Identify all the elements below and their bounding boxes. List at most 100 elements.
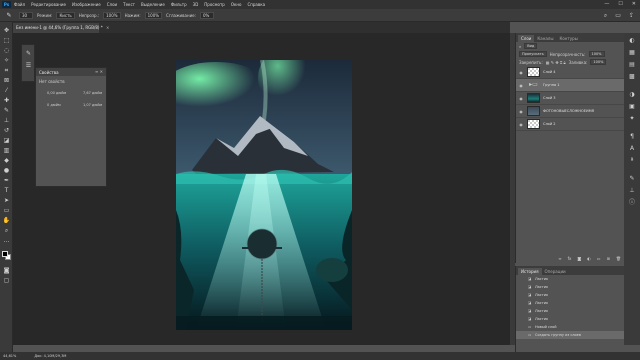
menu-file[interactable]: Файл [14,2,25,7]
brush-tool-icon[interactable]: ✎ [2,106,11,115]
menu-type[interactable]: Текст [123,2,135,7]
menu-edit[interactable]: Редактирование [31,2,66,7]
quick-mask-icon[interactable]: ◙ [2,266,11,275]
paragraph-icon[interactable]: ¶ [628,133,636,141]
property-y[interactable]: 1,07 дюйм [83,103,102,107]
smoothing-field[interactable]: 0% [199,11,214,19]
marquee-tool-icon[interactable]: ⬚ [2,36,11,45]
panel-menu-icon[interactable]: ≡ ✕ [95,69,103,74]
new-layer-icon[interactable]: ⊞ [607,256,610,261]
lock-icons[interactable]: ▦ ✎ ✥ ⌗ 🔒︎ [546,60,566,65]
layer-opacity-field[interactable]: 100% [588,51,605,57]
property-x[interactable]: 0 дюйм [47,103,61,107]
history-brush-tool-icon[interactable]: ↺ [2,126,11,135]
menu-image[interactable]: Изображение [72,2,101,7]
move-tool-icon[interactable]: ✥ [2,26,11,35]
gradient-tool-icon[interactable]: ▥ [2,146,11,155]
stamp-tool-icon[interactable]: ⊥ [2,116,11,125]
brush-size-field[interactable]: 30 [19,11,33,19]
properties-icon[interactable]: ☰ [24,61,33,70]
trash-icon[interactable]: 🗑︎ [616,256,621,261]
pressure-field[interactable]: 100% [144,11,163,19]
layer-row[interactable]: ◉ Слой 3 [516,92,624,105]
history-item[interactable]: ▭ Новый слой [516,323,624,331]
property-height[interactable]: 7,67 дюйм [83,91,102,95]
visibility-eye-icon[interactable]: ◉ [518,109,524,114]
pen-tool-icon[interactable]: ✒ [2,176,11,185]
healing-tool-icon[interactable]: ✚ [2,96,11,105]
menu-filter[interactable]: Фильтр [171,2,187,7]
close-button[interactable]: ✕ [632,1,636,7]
color-icon[interactable]: ◐ [628,37,636,45]
brushes-icon[interactable]: ✎ [628,175,636,183]
close-tab-icon[interactable]: × [106,25,109,30]
screen-mode-icon[interactable]: ▢ [2,276,11,285]
brush-settings-icon[interactable]: ✎ [24,49,33,58]
menu-3d[interactable]: 3D [193,2,199,7]
gradients-icon[interactable]: ▤ [628,61,636,69]
history-item[interactable]: ◪ Ластик [516,299,624,307]
document-tab[interactable]: Без имени-1 @ 44,6% (Группа 1, RGB/8) * … [13,23,109,33]
adjustments-icon[interactable]: ◑ [628,91,636,99]
mask-icon[interactable]: ◙ [577,256,581,261]
hand-tool-icon[interactable]: ✋ [2,216,11,225]
tab-paths[interactable]: Контуры [556,35,580,42]
zoom-tool-icon[interactable]: ⌕ [2,226,11,235]
visibility-eye-icon[interactable]: ◉ [518,96,524,101]
link-icon[interactable]: ∞ [558,256,561,261]
brush-icon[interactable]: ✎ [3,11,15,20]
adjust-icon[interactable]: ◐ [587,256,591,261]
shape-tool-icon[interactable]: ▭ [2,206,11,215]
lasso-tool-icon[interactable]: ◌ [2,46,11,55]
layer-filter-select[interactable]: Вид [524,43,538,49]
glyphs-icon[interactable]: ª [628,157,636,165]
menu-help[interactable]: Справка [247,2,265,7]
tab-channels[interactable]: Каналы [534,35,556,42]
opacity-field[interactable]: 100% [103,11,121,19]
blend-mode-select[interactable]: Пропускать [519,51,547,57]
property-width[interactable]: 0,00 дюйм [47,91,66,95]
foreground-color-swatch[interactable] [2,251,8,257]
layer-row[interactable]: ◉ Слой 4 [516,66,624,79]
layer-row[interactable]: ◉ ФОТОНОВЫЕСЛОЖНОЕИМЯ [516,105,624,118]
history-item[interactable]: ◪ Ластик [516,307,624,315]
eraser-tool-icon[interactable]: ◪ [2,136,11,145]
folder-icon[interactable]: ▭ [597,256,601,261]
visibility-eye-icon[interactable]: ◉ [518,122,524,127]
swatches-icon[interactable]: ▦ [628,49,636,57]
quick-select-tool-icon[interactable]: ✧ [2,56,11,65]
dodge-tool-icon[interactable]: ● [2,166,11,175]
fx-icon[interactable]: fx [568,256,572,261]
history-item[interactable]: ◪ Ластик [516,275,624,283]
type-tool-icon[interactable]: T [2,186,11,195]
layer-row-selected[interactable]: ◉ ▸▭ Группа 1 [516,79,624,92]
history-item[interactable]: ◪ Ластик [516,315,624,323]
menu-window[interactable]: Окно [231,2,242,7]
libraries-icon[interactable]: ▣ [628,103,636,111]
properties-header[interactable]: Свойства ≡ ✕ [36,68,106,76]
history-item-selected[interactable]: ▭ Создать группу из слоев [516,331,624,339]
tab-history[interactable]: История [518,268,542,275]
mode-select[interactable]: Кисть [56,11,75,19]
info-icon[interactable]: ⓘ [628,199,636,207]
visibility-eye-icon[interactable]: ◉ [518,70,524,75]
path-select-tool-icon[interactable]: ➤ [2,196,11,205]
tab-actions[interactable]: Операции [542,268,569,275]
character-icon[interactable]: A [628,145,636,153]
layer-row[interactable]: ◉ Слой 2 [516,118,624,131]
clone-source-icon[interactable]: ⊥ [628,187,636,195]
zoom-level[interactable]: 44,61% [3,354,16,358]
eyedropper-tool-icon[interactable]: ⁄ [2,86,11,95]
menu-layers[interactable]: Слои [107,2,117,7]
patterns-icon[interactable]: ▩ [628,73,636,81]
document-artwork[interactable] [176,60,352,330]
crop-tool-icon[interactable]: ⌗ [2,66,11,75]
filter-search-icon[interactable]: ⌕ [519,44,521,49]
maximize-button[interactable]: ☐ [618,1,622,7]
visibility-eye-icon[interactable]: ◉ [518,83,524,88]
workspace-icon[interactable]: ▭ [615,12,621,20]
blur-tool-icon[interactable]: ◆ [2,156,11,165]
history-item[interactable]: ◪ Ластик [516,283,624,291]
more-tools-icon[interactable]: … [2,236,11,245]
history-item[interactable]: ◪ Ластик [516,291,624,299]
